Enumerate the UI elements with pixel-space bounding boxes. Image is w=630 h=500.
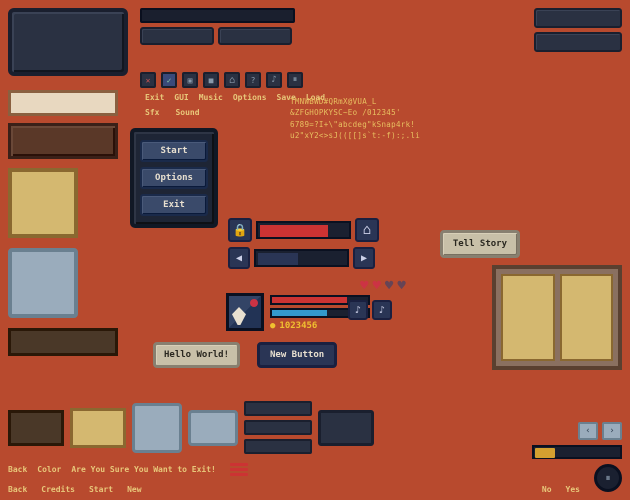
btn-no[interactable]: No [542, 485, 552, 494]
controls-area: 🔒 ⌂ ◀ ▶ [228, 218, 379, 269]
bottom-dark-panel-2 [318, 410, 374, 446]
bottom-gray-panel-1 [132, 403, 182, 453]
heart-empty-1: ♥ [385, 278, 393, 294]
btn-yes[interactable]: Yes [566, 485, 580, 494]
nav-exit[interactable]: Exit [145, 93, 164, 102]
right-inner-panel-1 [501, 274, 555, 361]
close-icon-btn[interactable]: ✕ [140, 72, 156, 88]
hamburger-icon[interactable] [230, 463, 248, 476]
bottom-tan-panel [70, 408, 126, 448]
bottom-mini-row: Back Credits Start New [8, 485, 142, 494]
check-icon-btn[interactable]: ✓ [161, 72, 177, 88]
nav-gui[interactable]: GUI [174, 93, 188, 102]
btn-credits[interactable]: Credits [41, 485, 75, 494]
heart-full-1: ♥ [360, 278, 368, 294]
tell-story-btn[interactable]: Tell Story [440, 230, 520, 258]
top-right-buttons [534, 8, 622, 52]
icon-row: ✕ ✓ ▣ ■ ⌂ ? ♪ ⏸ [140, 72, 303, 88]
square-icon-btn[interactable]: ■ [203, 72, 219, 88]
right-large-panel [492, 265, 622, 370]
right-bottom-area: ‹ › ⏸ [532, 422, 622, 492]
home-icon-btn[interactable]: ⌂ [224, 72, 240, 88]
nav-arrow-left-btn[interactable]: ‹ [578, 422, 598, 440]
menu-options-btn[interactable]: Options [140, 167, 208, 189]
pixel-font-line2: &ZFGHOPKYSC~Eo /012345' [290, 107, 500, 118]
heart-full-2: ♥ [372, 278, 380, 294]
sound-label[interactable]: Sound [175, 108, 199, 117]
nav-options[interactable]: Options [233, 93, 267, 102]
slider-dark[interactable] [254, 249, 349, 267]
top-right-btn-1[interactable] [534, 32, 622, 52]
music-icon-2[interactable]: ♪ [372, 300, 392, 320]
gold-amount: 1023456 [279, 321, 317, 331]
left-gray-square [8, 248, 78, 318]
avatar-box [226, 293, 264, 331]
hearts-row: ♥ ♥ ♥ ♥ [360, 278, 406, 294]
top-left-panel [8, 8, 128, 76]
pixel-font-line1: TMNWBWD#QRmX@VUA_L [290, 96, 500, 107]
bottom-dark-btn-1[interactable] [244, 401, 312, 416]
top-center-area [140, 8, 295, 45]
lock-icon-btn[interactable]: 🔒 [228, 218, 252, 242]
left-tan-square [8, 168, 78, 238]
menu-start-btn[interactable]: Start [140, 140, 208, 162]
music-icon-btn[interactable]: ♪ [266, 72, 282, 88]
nav-arrow-right-btn[interactable]: › [602, 422, 622, 440]
right-inner-panel-2 [560, 274, 614, 361]
btn-new[interactable]: New [127, 485, 141, 494]
bottom-label-row: Back Color Are You Sure You Want to Exit… [8, 463, 248, 476]
exit-question-text: Are You Sure You Want to Exit! [71, 465, 216, 474]
slider-red[interactable] [256, 221, 351, 239]
nav-music[interactable]: Music [199, 93, 223, 102]
menu-exit-btn[interactable]: Exit [140, 194, 208, 216]
bottom-dark-panel [8, 410, 64, 446]
progress-bar[interactable] [532, 445, 622, 459]
top-right-btn-wide[interactable] [534, 8, 622, 28]
hello-world-btn[interactable]: Hello World! [153, 342, 240, 368]
no-yes-row: No Yes [542, 485, 580, 494]
btn-back[interactable]: Back [8, 485, 27, 494]
heart-empty-2: ♥ [397, 278, 405, 294]
pause-icon-btn[interactable]: ⏸ [287, 72, 303, 88]
bottom-dark-btn-2[interactable] [244, 420, 312, 435]
bottom-panels-row [8, 401, 374, 454]
pixel-font-line4: u2"xY2<>sJ(([[]s`t:-f):;.li [290, 130, 500, 141]
bottom-gray-panel-2 [188, 410, 238, 446]
arrow-right-btn[interactable]: ▶ [353, 247, 375, 269]
gold-display: ● 1023456 [270, 321, 370, 331]
med-btn-2[interactable] [218, 27, 292, 45]
left-bottom-dark [8, 328, 118, 356]
pixel-font-line3: 6789=?I+\"abcdeg"kSnap4rk! [290, 119, 500, 130]
med-btn-1[interactable] [140, 27, 214, 45]
bottom-color-label[interactable]: Color [37, 465, 61, 474]
sfx-label[interactable]: Sfx [145, 108, 159, 117]
btn-start[interactable]: Start [89, 485, 113, 494]
long-top-btn[interactable] [140, 8, 295, 23]
bottom-back-label[interactable]: Back [8, 465, 27, 474]
sfx-sound-row: Sfx Sound [145, 108, 200, 117]
new-button-btn[interactable]: New Button [257, 342, 337, 368]
arrow-left-btn[interactable]: ◀ [228, 247, 250, 269]
pause-btn[interactable]: ⏸ [594, 464, 622, 492]
question-icon-btn[interactable]: ? [245, 72, 261, 88]
house-icon-btn[interactable]: ⌂ [355, 218, 379, 242]
pixel-font-display: TMNWBWD#QRmX@VUA_L &ZFGHOPKYSC~Eo /01234… [290, 96, 500, 141]
photo-icon-btn[interactable]: ▣ [182, 72, 198, 88]
left-brown-panel [8, 123, 118, 159]
left-cream-panel [8, 90, 118, 116]
menu-panel: Start Options Exit [130, 128, 218, 228]
music-icon-1[interactable]: ♪ [348, 300, 368, 320]
music-icons-row: ♪ ♪ [348, 300, 392, 320]
bottom-dark-btn-3[interactable] [244, 439, 312, 454]
